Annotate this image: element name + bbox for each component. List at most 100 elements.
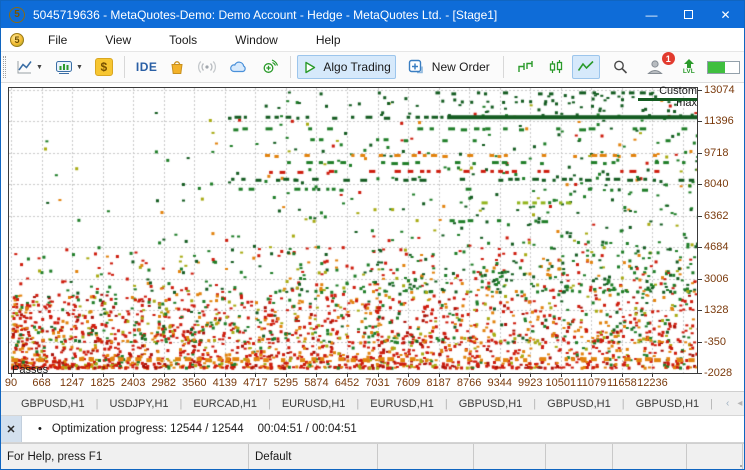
x-tick-label: 3560	[182, 377, 207, 389]
maximize-button[interactable]	[670, 1, 707, 28]
status-cell-4	[546, 444, 613, 469]
x-tick-mark	[224, 374, 226, 377]
ide-button[interactable]: IDE	[131, 55, 163, 79]
level-button[interactable]: LVL	[678, 55, 700, 79]
x-tick-mark	[194, 374, 196, 377]
menu-items: File View Tools Window Help	[38, 30, 369, 50]
tab-separator: |	[533, 397, 537, 410]
x-tick-label: 11658	[607, 377, 637, 389]
x-tick-label: 8187	[426, 377, 451, 389]
y-tick-mark	[698, 247, 702, 249]
tab-separator: |	[710, 397, 714, 410]
mt5-window: 5 5045719636 - MetaQuotes-Demo: Demo Acc…	[0, 0, 745, 470]
x-tick-mark	[285, 374, 287, 377]
algo-trading-button[interactable]: Algo Trading	[297, 55, 396, 79]
tester-tab-bar: GBPUSD,H1 | USDJPY,H1 | EURCAD,H1 | EURUSD,H1 |…	[1, 391, 744, 416]
optimization-scatter-canvas[interactable]	[9, 88, 697, 373]
x-tick-label: 7609	[395, 377, 421, 389]
y-tick-label: -350	[704, 335, 727, 348]
signals-button[interactable]	[192, 55, 222, 79]
status-cells: For Help, press F1 Default	[1, 444, 744, 469]
user-account-button[interactable]: 1	[641, 52, 675, 79]
candle-chart-button[interactable]	[542, 55, 570, 79]
new-chart-button[interactable]: ▼	[11, 55, 48, 79]
legend-custom-max-line	[638, 98, 697, 101]
deposit-button[interactable]: $	[90, 55, 118, 79]
close-button[interactable]: ✕	[707, 1, 744, 28]
status-cell-5	[613, 444, 687, 469]
x-tick-label: 2982	[151, 377, 176, 389]
market-button[interactable]	[164, 55, 190, 79]
title-bar: 5 5045719636 - MetaQuotes-Demo: Demo Acc…	[1, 1, 744, 28]
tab-separator: |	[444, 397, 448, 410]
tab-eurcad-h1-2[interactable]: EURCAD,H1	[191, 396, 259, 412]
toolbar-separator	[502, 56, 504, 78]
tab-gbpusd-h1-0[interactable]: GBPUSD,H1	[19, 396, 87, 412]
bullet-icon: •	[38, 423, 42, 435]
mt5-logo-icon: 5	[9, 6, 25, 23]
menu-item-file[interactable]: File	[38, 30, 77, 50]
line-chart-icon	[577, 59, 595, 75]
new-order-button[interactable]: New Order	[403, 55, 495, 79]
algo-play-icon	[302, 60, 317, 75]
tab-separator: |	[267, 397, 271, 410]
tab-separator: |	[95, 397, 99, 410]
level-label: LVL	[682, 67, 695, 75]
y-tick-mark	[698, 184, 702, 186]
maximize-icon	[684, 10, 693, 19]
y-tick-label: 3006	[704, 272, 729, 285]
tab-gbpusd-h1-6[interactable]: GBPUSD,H1	[545, 396, 613, 412]
chevron-down-icon: ▼	[75, 63, 83, 71]
x-tick-mark	[438, 374, 440, 377]
algo-trading-label: Algo Trading	[323, 60, 391, 74]
y-tick-mark	[698, 341, 702, 343]
tab-eurusd-h1-3[interactable]: EURUSD,H1	[280, 396, 348, 412]
community-plus-icon	[261, 59, 279, 75]
x-tick-label: 1247	[59, 377, 85, 389]
x-tick-mark	[469, 374, 471, 377]
menu-item-tools[interactable]: Tools	[159, 30, 207, 50]
menu-item-view[interactable]: View	[95, 30, 141, 50]
tick-chart-button[interactable]	[512, 55, 540, 79]
line-chart-button[interactable]	[571, 55, 600, 79]
menu-item-window[interactable]: Window	[225, 30, 288, 50]
plot-area	[8, 87, 698, 374]
journal-progress-row: ✕ • Optimization progress: 12544 / 12544…	[1, 416, 744, 443]
x-tick-label: 10501	[545, 377, 577, 389]
y-tick-label: 11396	[704, 115, 734, 128]
toolbar-grip[interactable]	[3, 56, 6, 78]
candle-chart-icon	[547, 59, 565, 75]
profiles-icon	[55, 59, 73, 75]
optimization-graph-panel: Custom max Passes 90 668 1247 1825 2403 2982 3…	[1, 83, 744, 391]
x-tick-mark	[560, 374, 562, 377]
x-tick-label: 6452	[334, 377, 360, 389]
community-button[interactable]	[256, 55, 284, 79]
profiles-button[interactable]: ▼	[50, 55, 88, 79]
y-tick-label: 13074	[704, 84, 735, 96]
scroll-first-icon[interactable]: ‹	[726, 398, 729, 409]
y-tick-mark	[698, 90, 702, 91]
search-button[interactable]	[607, 55, 634, 79]
scroll-left-icon[interactable]: ◂	[737, 398, 742, 409]
tab-eurusd-h1-4[interactable]: EURUSD,H1	[368, 396, 436, 412]
tab-gbpusd-h1-5[interactable]: GBPUSD,H1	[457, 396, 525, 412]
close-panel-button[interactable]: ✕	[1, 416, 22, 442]
cloud-button[interactable]	[224, 55, 254, 79]
new-order-icon	[408, 59, 426, 75]
x-tick-mark	[591, 374, 593, 377]
cloud-icon	[229, 59, 249, 75]
y-tick-mark	[698, 215, 702, 217]
tab-usdjpy-h1-1[interactable]: USDJPY,H1	[107, 396, 170, 412]
x-tick-mark	[530, 374, 532, 377]
y-tick-label: -2028	[704, 366, 733, 379]
resize-grip[interactable]	[740, 465, 742, 467]
x-tick-mark	[652, 374, 654, 377]
minimize-button[interactable]: —	[633, 1, 670, 28]
market-bag-icon	[169, 59, 185, 75]
tab-separator: |	[356, 397, 360, 410]
x-tick-label: 4139	[212, 377, 238, 389]
status-bar: For Help, press F1 Default	[1, 443, 744, 469]
y-tick-mark	[698, 372, 702, 374]
tab-gbpusd-h1-7[interactable]: GBPUSD,H1	[634, 396, 702, 412]
menu-item-help[interactable]: Help	[306, 30, 351, 50]
